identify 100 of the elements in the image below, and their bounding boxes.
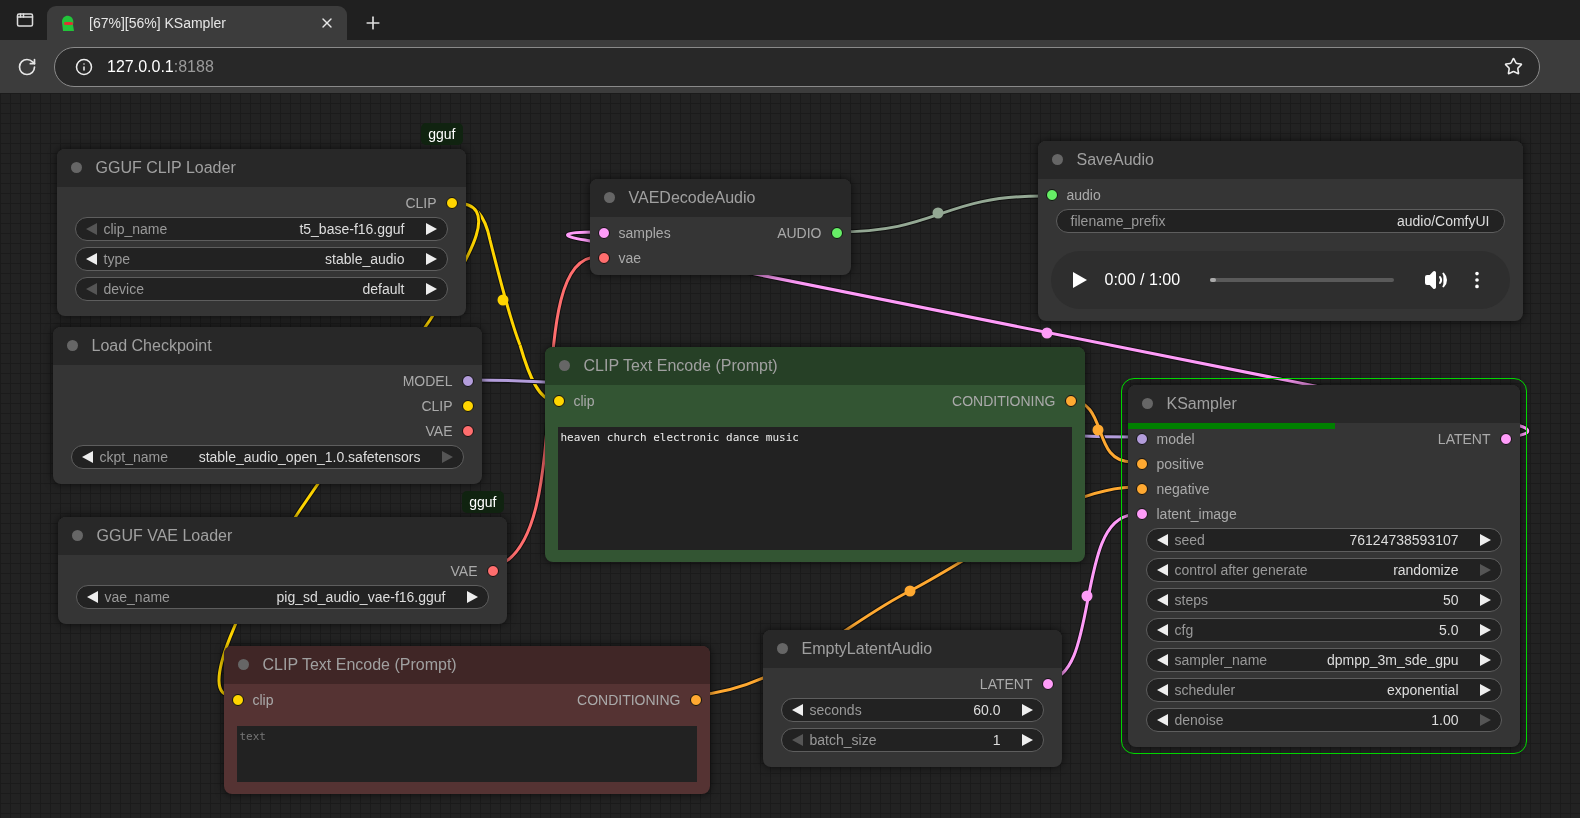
node-card[interactable]: EmptyLatentAudio LATENT seconds 60.0 batch_size 1 bbox=[762, 629, 1062, 767]
output-socket-icon[interactable] bbox=[486, 565, 499, 577]
node-header[interactable]: VAEDecodeAudio bbox=[589, 178, 851, 217]
right-arrow-icon[interactable] bbox=[1479, 533, 1491, 546]
node-title: KSampler bbox=[1166, 394, 1237, 413]
tab-sidebar-icon[interactable] bbox=[16, 11, 34, 29]
info-icon[interactable] bbox=[75, 57, 93, 76]
input-socket-icon[interactable] bbox=[597, 252, 610, 264]
collapse-dot-icon[interactable] bbox=[558, 360, 570, 371]
collapse-dot-icon[interactable] bbox=[603, 192, 615, 203]
left-arrow-icon[interactable] bbox=[1156, 683, 1168, 696]
input-socket-icon[interactable] bbox=[552, 395, 565, 407]
value-widget[interactable]: type stable_audio bbox=[74, 246, 448, 271]
left-arrow-icon[interactable] bbox=[1156, 653, 1168, 666]
address-field[interactable]: 127.0.0.1:8188 bbox=[54, 46, 1540, 87]
right-arrow-icon[interactable] bbox=[425, 252, 437, 265]
output-socket-icon[interactable] bbox=[1064, 395, 1077, 407]
output-socket-icon[interactable] bbox=[461, 425, 474, 437]
value-widget[interactable]: clip_name t5_base-f16.gguf bbox=[74, 216, 448, 241]
right-arrow-icon[interactable] bbox=[1479, 593, 1491, 606]
node-card[interactable]: CLIP Text Encode (Prompt) clip CONDITIONING heaven church electronic dance music bbox=[544, 346, 1085, 562]
input-socket-icon[interactable] bbox=[1045, 189, 1058, 201]
left-arrow-icon[interactable] bbox=[1156, 533, 1168, 546]
output-socket-icon[interactable] bbox=[1499, 433, 1512, 445]
value-widget[interactable]: scheduler exponential bbox=[1145, 677, 1502, 702]
value-widget[interactable]: steps 50 bbox=[1145, 587, 1502, 612]
left-arrow-icon[interactable] bbox=[85, 252, 97, 265]
collapse-dot-icon[interactable] bbox=[71, 530, 83, 541]
value-widget[interactable]: batch_size 1 bbox=[780, 727, 1044, 752]
right-arrow-icon[interactable] bbox=[1479, 653, 1491, 666]
collapse-dot-icon[interactable] bbox=[237, 659, 249, 670]
left-arrow-icon[interactable] bbox=[1156, 713, 1168, 726]
seek-bar[interactable] bbox=[1210, 277, 1394, 282]
right-arrow-icon[interactable] bbox=[1479, 623, 1491, 636]
value-widget[interactable]: denoise 1.00 bbox=[1145, 707, 1502, 732]
prompt-textarea[interactable]: text bbox=[236, 725, 697, 782]
output-socket-icon[interactable] bbox=[445, 197, 458, 209]
right-arrow-icon[interactable] bbox=[425, 282, 437, 295]
left-arrow-icon[interactable] bbox=[1156, 623, 1168, 636]
node-header[interactable]: Load Checkpoint bbox=[52, 326, 482, 365]
collapse-dot-icon[interactable] bbox=[1141, 398, 1153, 409]
value-widget[interactable]: vae_name pig_sd_audio_vae-f16.gguf bbox=[75, 584, 489, 609]
node-card[interactable]: KSampler model LATENT positive negative latent_image seed 76124738593107 control after generate randomize steps 50 cfg 5.0 sampler_name dpmpp_3m_sde_gpu scheduler exponential denoise 1.00 bbox=[1127, 384, 1520, 747]
right-arrow-icon[interactable] bbox=[466, 590, 478, 603]
collapse-dot-icon[interactable] bbox=[66, 340, 78, 351]
input-socket-icon[interactable] bbox=[1135, 508, 1148, 520]
node-card[interactable]: Load Checkpoint MODEL CLIP VAE ckpt_name stable_audio_open_1.0.safetensors bbox=[52, 326, 482, 484]
left-arrow-icon[interactable] bbox=[1156, 593, 1168, 606]
widget-value: randomize bbox=[1393, 561, 1459, 578]
node-card[interactable]: CLIP Text Encode (Prompt) clip CONDITIONING text bbox=[223, 645, 710, 794]
input-socket-icon[interactable] bbox=[231, 694, 244, 706]
output-label: AUDIO bbox=[777, 225, 822, 241]
reload-icon[interactable] bbox=[17, 56, 37, 77]
play-icon[interactable] bbox=[1072, 271, 1087, 288]
output-socket-icon[interactable] bbox=[830, 227, 843, 239]
browser-tab[interactable]: [67%][56%] KSampler bbox=[47, 6, 347, 40]
left-arrow-icon[interactable] bbox=[791, 703, 803, 716]
right-arrow-icon[interactable] bbox=[1479, 683, 1491, 696]
output-socket-icon[interactable] bbox=[461, 375, 474, 387]
value-widget[interactable]: sampler_name dpmpp_3m_sde_gpu bbox=[1145, 647, 1502, 672]
node-header[interactable]: CLIP Text Encode (Prompt) bbox=[223, 645, 710, 684]
input-socket-icon[interactable] bbox=[597, 227, 610, 239]
output-socket-icon[interactable] bbox=[1041, 678, 1054, 690]
output-socket-icon[interactable] bbox=[461, 400, 474, 412]
right-arrow-icon[interactable] bbox=[425, 222, 437, 235]
left-arrow-icon[interactable] bbox=[81, 450, 93, 463]
node-card[interactable]: SaveAudio audio filename_prefix audio/ComfyUI 0:00 / 1:00 bbox=[1037, 140, 1523, 321]
right-arrow-icon[interactable] bbox=[1021, 733, 1033, 746]
node-header[interactable]: GGUF CLIP Loader bbox=[56, 148, 466, 187]
node-header[interactable]: KSampler bbox=[1127, 384, 1520, 423]
collapse-dot-icon[interactable] bbox=[70, 162, 82, 173]
prompt-textarea[interactable]: heaven church electronic dance music bbox=[557, 426, 1072, 550]
input-socket-icon[interactable] bbox=[1135, 483, 1148, 495]
value-widget[interactable]: ckpt_name stable_audio_open_1.0.safetensors bbox=[70, 444, 464, 469]
left-arrow-icon[interactable] bbox=[86, 590, 98, 603]
input-socket-icon[interactable] bbox=[1135, 433, 1148, 445]
text-widget[interactable]: filename_prefix audio/ComfyUI bbox=[1055, 208, 1505, 233]
node-header[interactable]: GGUF VAE Loader bbox=[57, 516, 507, 555]
value-widget[interactable]: device default bbox=[74, 276, 448, 301]
graph-canvas[interactable] bbox=[0, 93, 1580, 818]
collapse-dot-icon[interactable] bbox=[776, 643, 788, 654]
value-widget[interactable]: seconds 60.0 bbox=[780, 697, 1044, 722]
output-label: VAE bbox=[425, 423, 453, 439]
bookmark-star-icon[interactable] bbox=[1504, 57, 1523, 76]
node-header[interactable]: EmptyLatentAudio bbox=[762, 629, 1062, 668]
node-header[interactable]: SaveAudio bbox=[1037, 140, 1523, 179]
right-arrow-icon[interactable] bbox=[1021, 703, 1033, 716]
node-title: Load Checkpoint bbox=[91, 336, 212, 355]
node-header[interactable]: CLIP Text Encode (Prompt) bbox=[544, 346, 1085, 385]
value-widget[interactable]: control after generate randomize bbox=[1145, 557, 1502, 582]
value-widget[interactable]: seed 76124738593107 bbox=[1145, 527, 1502, 552]
input-label: positive bbox=[1156, 456, 1204, 472]
collapse-dot-icon[interactable] bbox=[1051, 154, 1063, 165]
widget-value: 60.0 bbox=[973, 701, 1001, 718]
value-widget[interactable]: cfg 5.0 bbox=[1145, 617, 1502, 642]
widget-label: scheduler bbox=[1174, 681, 1236, 698]
output-socket-icon[interactable] bbox=[689, 694, 702, 706]
node-card[interactable]: VAEDecodeAudio samples AUDIO vae bbox=[589, 178, 851, 275]
input-socket-icon[interactable] bbox=[1135, 458, 1148, 470]
left-arrow-icon[interactable] bbox=[1156, 563, 1168, 576]
